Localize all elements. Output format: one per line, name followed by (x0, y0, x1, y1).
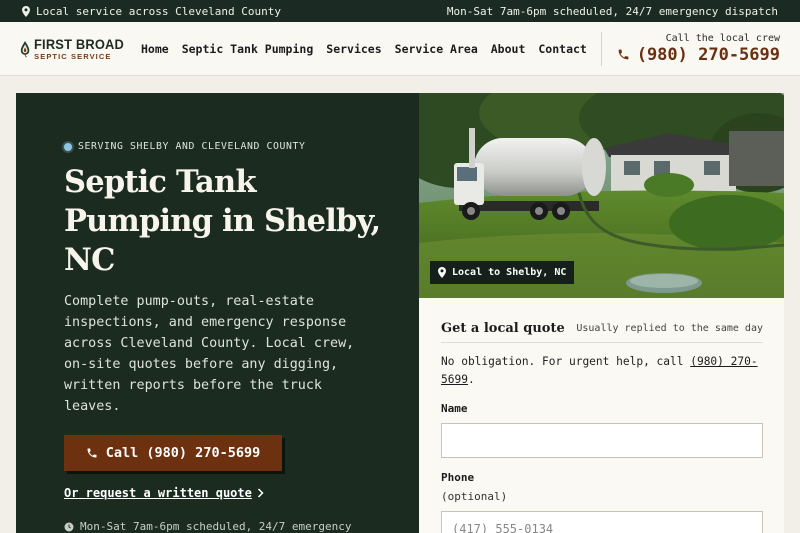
phone-label: Phone (441, 471, 475, 484)
brand-subtitle: SEPTIC SERVICE (34, 51, 112, 61)
site-header: FIRST BROAD SEPTIC SERVICE Home Septic T… (0, 22, 800, 76)
location-badge: Local to Shelby, NC (430, 261, 575, 284)
hero-hours: Mon-Sat 7am-6pm scheduled, 24/7 emergenc… (64, 520, 352, 533)
request-quote-link[interactable]: Or request a written quote (64, 486, 264, 500)
topbar-location-text: Local service across Cleveland County (36, 4, 282, 18)
quote-form: Get a local quote Usually replied to the… (441, 315, 763, 533)
nav-contact[interactable]: Contact (538, 42, 586, 56)
nav-septic-tank-pumping[interactable]: Septic Tank Pumping (182, 42, 314, 56)
hero-hours-text: Mon-Sat 7am-6pm scheduled, 24/7 emergenc… (80, 520, 352, 533)
site-logo[interactable]: FIRST BROAD SEPTIC SERVICE (20, 29, 132, 69)
phone-icon (87, 448, 97, 458)
hero-kicker: SERVING SHELBY AND CLEVELAND COUNTY (64, 141, 305, 152)
hero-kicker-text: SERVING SHELBY AND CLEVELAND COUNTY (78, 141, 306, 152)
name-label: Name (441, 402, 468, 415)
logo-drop-icon (20, 40, 30, 57)
pin-icon (22, 5, 30, 17)
header-call-label: Call the local crew (665, 32, 780, 44)
header-divider (600, 31, 602, 66)
nav-service-area[interactable]: Service Area (395, 42, 478, 56)
quote-form-note: Usually replied to the same day (576, 323, 763, 334)
quote-form-description-end: . (467, 373, 475, 386)
phone-icon (618, 49, 629, 60)
name-input[interactable] (441, 423, 763, 458)
nav-home[interactable]: Home (141, 42, 169, 56)
quote-form-header: Get a local quote Usually replied to the… (441, 315, 763, 343)
phone-input[interactable] (441, 511, 763, 533)
quote-form-description: No obligation. For urgent help, call (98… (441, 353, 763, 389)
request-quote-label: Or request a written quote (64, 486, 252, 500)
chevron-right-icon (257, 488, 264, 498)
hero-photo: Local to Shelby, NC (419, 93, 784, 298)
quote-form-description-text: No obligation. For urgent help, call (441, 355, 691, 368)
status-dot-icon (64, 142, 72, 151)
header-call-box: Call the local crew (980) 270-5699 (617, 33, 780, 65)
nav-about[interactable]: About (491, 42, 526, 56)
location-badge-text: Local to Shelby, NC (452, 267, 567, 278)
topbar-hours-text: Mon-Sat 7am-6pm scheduled, 24/7 emergenc… (446, 4, 778, 18)
top-info-bar: Local service across Cleveland County Mo… (0, 0, 800, 22)
brand-name: FIRST BROAD (34, 35, 125, 52)
quote-form-title: Get a local quote (441, 321, 565, 336)
page-title: Septic Tank Pumping in Shelby, NC (64, 164, 381, 278)
phone-optional-note: (optional) (441, 490, 508, 503)
header-phone-number: (980) 270-5699 (636, 44, 780, 65)
header-phone-link[interactable]: (980) 270-5699 (617, 45, 780, 65)
call-now-button[interactable]: Call (980) 270-5699 (64, 435, 282, 471)
topbar-location: Local service across Cleveland County (22, 5, 281, 18)
quote-panel: Local to Shelby, NC Get a local quote Us… (419, 93, 784, 533)
hero-card: SERVING SHELBY AND CLEVELAND COUNTY Sept… (16, 93, 784, 533)
pin-icon (438, 267, 446, 278)
call-now-label: Call (980) 270-5699 (105, 445, 261, 461)
clock-icon (64, 522, 74, 531)
main-nav: Home Septic Tank Pumping Services Servic… (141, 42, 587, 56)
nav-services[interactable]: Services (326, 42, 381, 56)
hero-lead: Complete pump-outs, real-estate inspecti… (64, 294, 355, 414)
hero-panel: SERVING SHELBY AND CLEVELAND COUNTY Sept… (16, 93, 419, 533)
